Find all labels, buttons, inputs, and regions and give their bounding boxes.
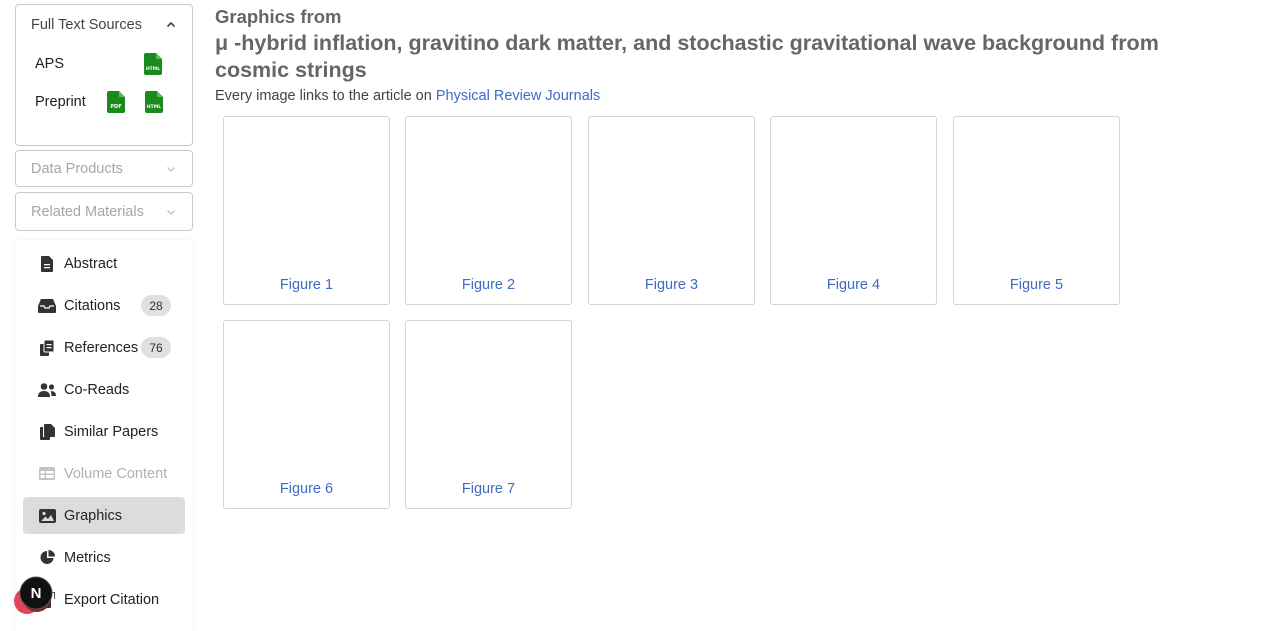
figure-card[interactable]: Figure 5	[953, 116, 1120, 305]
pie-chart-icon	[38, 550, 56, 566]
figure-card[interactable]: Figure 4	[770, 116, 937, 305]
figure-card[interactable]: Figure 1	[223, 116, 390, 305]
source-row-preprint: Preprint PDF HTML	[16, 83, 192, 121]
html-file-icon[interactable]: HTML	[144, 53, 162, 75]
figure-card[interactable]: Figure 3	[588, 116, 755, 305]
graphics-heading: Graphics from	[215, 6, 342, 27]
dev-tools-logo-letter: N	[31, 585, 42, 602]
nav-item-label: Volume Content	[64, 465, 168, 482]
chevron-down-icon	[166, 207, 176, 217]
article-title: μ -hybrid inflation, gravitino dark matt…	[215, 31, 1159, 82]
figure-card[interactable]: Figure 2	[405, 116, 572, 305]
data-products-header[interactable]: Data Products	[16, 151, 192, 186]
nav-item-label: Export Citation	[64, 591, 160, 608]
figure-label[interactable]: Figure 2	[406, 277, 571, 293]
physical-review-link[interactable]: Physical Review Journals	[436, 88, 600, 104]
full-text-sources-panel: Full Text Sources APS HTML Preprint PDF …	[15, 4, 193, 146]
nav-item-label: Graphics	[64, 507, 123, 524]
nav-item-references[interactable]: References 76	[23, 329, 185, 366]
nav-item-metrics[interactable]: Metrics	[23, 539, 185, 576]
svg-text:HTML: HTML	[147, 104, 161, 110]
html-file-icon[interactable]: HTML	[145, 91, 163, 113]
papers-icon	[38, 423, 56, 440]
image-links-note: Every image links to the article on Phys…	[215, 88, 600, 104]
sidebar-nav: Abstract Citations 28 References 76 Co-R…	[15, 240, 193, 631]
figure-label[interactable]: Figure 1	[224, 277, 389, 293]
inbox-icon	[38, 298, 56, 314]
full-text-sources-title: Full Text Sources	[31, 17, 142, 33]
table-icon	[38, 466, 56, 482]
nav-item-graphics[interactable]: Graphics	[23, 497, 185, 534]
full-text-sources-header[interactable]: Full Text Sources	[16, 5, 192, 45]
nav-item-volume-content: Volume Content	[23, 455, 185, 492]
related-materials-panel[interactable]: Related Materials	[15, 192, 193, 231]
figure-label[interactable]: Figure 4	[771, 277, 936, 293]
references-count-badge: 76	[141, 337, 171, 358]
nav-item-label: References	[64, 339, 139, 356]
figure-label[interactable]: Figure 6	[224, 481, 389, 497]
image-icon	[38, 508, 56, 524]
nav-item-label: Co-Reads	[64, 381, 130, 398]
figure-label[interactable]: Figure 5	[954, 277, 1119, 293]
citations-count-badge: 28	[141, 295, 171, 316]
source-label: Preprint	[35, 94, 86, 110]
source-row-aps: APS HTML	[16, 45, 192, 83]
users-icon	[38, 382, 56, 398]
note-text: Every image links to the article on	[215, 88, 436, 104]
figure-label[interactable]: Figure 7	[406, 481, 571, 497]
figure-label[interactable]: Figure 3	[589, 277, 754, 293]
nav-item-label: Metrics	[64, 549, 111, 566]
data-products-panel[interactable]: Data Products	[15, 150, 193, 187]
related-materials-header[interactable]: Related Materials	[16, 193, 192, 230]
nav-item-label: Citations	[64, 297, 121, 314]
related-materials-title: Related Materials	[31, 203, 144, 220]
dev-tools-logo[interactable]: N	[10, 575, 56, 621]
chevron-up-icon	[166, 20, 176, 30]
figure-card[interactable]: Figure 6	[223, 320, 390, 509]
nav-item-label: Abstract	[64, 255, 118, 272]
svg-text:HTML: HTML	[146, 66, 160, 72]
chevron-down-icon	[166, 164, 176, 174]
nav-item-label: Similar Papers	[64, 423, 159, 440]
copy-icon	[38, 339, 56, 356]
figure-card[interactable]: Figure 7	[405, 320, 572, 509]
nav-item-co-reads[interactable]: Co-Reads	[23, 371, 185, 408]
data-products-title: Data Products	[31, 160, 123, 177]
document-icon	[38, 255, 56, 272]
svg-text:PDF: PDF	[110, 104, 121, 110]
nav-item-similar-papers[interactable]: Similar Papers	[23, 413, 185, 450]
source-label: APS	[35, 56, 65, 72]
nav-item-abstract[interactable]: Abstract	[23, 245, 185, 282]
pdf-file-icon[interactable]: PDF	[107, 91, 125, 113]
nav-item-citations[interactable]: Citations 28	[23, 287, 185, 324]
